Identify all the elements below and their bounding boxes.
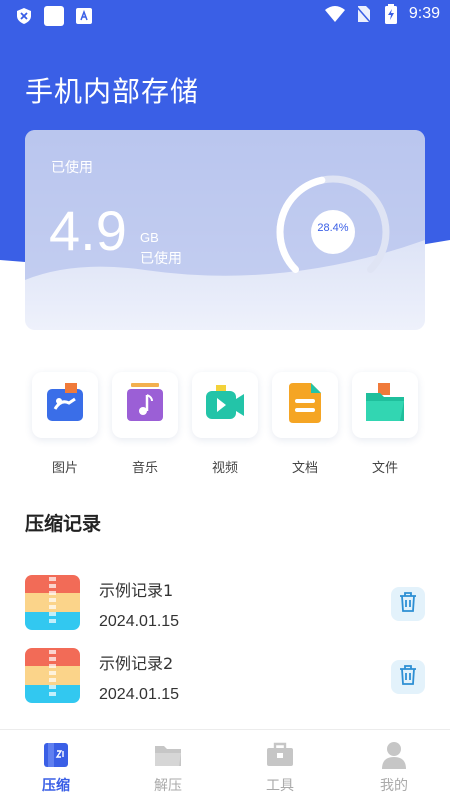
storage-card[interactable]: 已使用 4.9 GB 已使用 28.4%: [25, 130, 425, 330]
category-documents[interactable]: 文档: [272, 372, 338, 476]
category-video[interactable]: 视频: [192, 372, 258, 476]
page-title: 手机内部存储: [25, 75, 200, 108]
records-section-title: 压缩记录: [25, 513, 102, 535]
user-icon: [379, 740, 409, 770]
record-name: 示例记录1: [99, 581, 174, 600]
zip-file-icon: [25, 575, 80, 630]
category-images-label: 图片: [51, 461, 78, 476]
nav-label: 压缩: [42, 778, 70, 794]
shield-icon: [14, 6, 34, 26]
nav-tab-tools[interactable]: 工具: [250, 740, 310, 795]
no-sim-icon: [353, 4, 373, 24]
music-icon: [125, 383, 165, 427]
category-files[interactable]: 文件: [352, 372, 418, 476]
nav-label: 工具: [266, 778, 294, 794]
category-music[interactable]: 音乐: [112, 372, 178, 476]
nav-label: 解压: [154, 778, 182, 794]
record-item[interactable]: 示例记录1 2024.01.15: [25, 575, 425, 631]
video-icon: [204, 383, 246, 427]
record-date: 2024.01.15: [99, 613, 180, 630]
folder-icon: [364, 383, 406, 427]
record-name: 示例记录2: [99, 654, 174, 673]
category-video-label: 视频: [211, 461, 238, 476]
category-documents-label: 文档: [291, 461, 318, 476]
used-value: 4.9: [49, 199, 127, 262]
wifi-icon: [324, 4, 345, 24]
record-date: 2024.01.15: [99, 686, 180, 703]
delete-record-button[interactable]: [391, 587, 425, 621]
status-bar: 9:39: [0, 0, 450, 32]
trash-icon: [399, 592, 417, 616]
nav-tab-extract[interactable]: 解压: [138, 740, 198, 795]
used-label: 已使用: [51, 160, 93, 176]
category-grid: 图片 音乐 视频 文档 文件: [32, 372, 422, 482]
nav-tab-compress[interactable]: 压缩: [26, 740, 86, 795]
category-images[interactable]: 图片: [32, 372, 98, 476]
battery-charging-icon: [381, 4, 401, 24]
folder-open-icon: [153, 740, 183, 770]
nav-label: 我的: [380, 778, 408, 794]
app-store-icon: [74, 6, 94, 26]
used-sub-label: 已使用: [140, 251, 182, 267]
zip-archive-icon: [41, 740, 71, 770]
document-icon: [287, 381, 323, 429]
zip-file-icon: [25, 648, 80, 703]
image-icon: [45, 383, 85, 427]
nav-tab-profile[interactable]: 我的: [364, 740, 424, 795]
clock-time: 9:39: [408, 5, 440, 22]
trash-icon: [399, 665, 417, 689]
record-item[interactable]: 示例记录2 2024.01.15: [25, 648, 425, 704]
notification-square-icon: [44, 6, 64, 26]
toolbox-icon: [265, 740, 295, 770]
category-music-label: 音乐: [131, 461, 158, 476]
usage-percent-text: 28.4%: [317, 222, 349, 234]
used-unit: GB: [140, 230, 159, 245]
delete-record-button[interactable]: [391, 660, 425, 694]
category-files-label: 文件: [371, 461, 398, 476]
bottom-nav: 压缩 解压 工具 我的: [0, 729, 450, 800]
